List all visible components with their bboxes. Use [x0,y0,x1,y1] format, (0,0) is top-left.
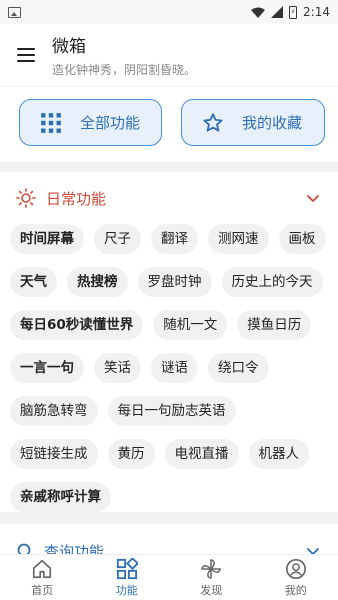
nav-profile[interactable]: 我的 [254,555,338,600]
wifi-icon [251,7,266,18]
all-features-label: 全部功能 [80,114,141,132]
pinwheel-icon [201,558,222,579]
feature-chip[interactable]: 翻译 [151,224,198,254]
my-favorites-label: 我的收藏 [242,114,303,132]
feature-chip[interactable]: 尺子 [94,224,141,254]
feature-chip[interactable]: 摸鱼日历 [237,310,312,340]
nav-profile-label: 我的 [284,583,307,597]
feature-chip[interactable]: 每日60秒读懂世界 [10,310,144,340]
feature-chip[interactable]: 随机一文 [153,310,228,340]
all-features-button[interactable]: 全部功能 [19,99,162,146]
nav-features[interactable]: 功能 [85,555,170,600]
feature-chip[interactable]: 机器人 [248,439,309,469]
signal-icon [271,6,284,18]
daily-feature-chips: 时间屏幕 尺子 翻译 测网速 画板天气 热搜榜 罗盘时钟 历史上的今天每日60秒读懂世界 随机一… [0,224,338,512]
quick-buttons: 全部功能 我的收藏 [0,86,338,162]
feature-chip[interactable]: 每日一句励志英语 [107,396,236,426]
feature-chip[interactable]: 电视直播 [164,439,239,469]
query-features-title: 查询功能 [44,543,105,554]
query-features-header[interactable]: 查询功能 [0,524,338,554]
grid-dots-icon [41,112,61,133]
feature-chip[interactable]: 短链接生成 [10,439,98,469]
feature-chip[interactable]: 绕口令 [208,353,269,383]
daily-features-title: 日常功能 [46,189,107,208]
search-icon [17,543,31,554]
user-icon [285,558,306,579]
nav-home[interactable]: 首页 [0,555,85,600]
nav-discover[interactable]: 发现 [169,555,254,600]
feature-chip[interactable]: 时间屏幕 [10,224,84,254]
feature-chip[interactable]: 热搜榜 [67,267,128,297]
status-time: 2:14 [303,5,330,19]
menu-button[interactable] [0,24,52,86]
app-title: 微箱 [52,37,86,57]
status-bar: ⚡ 2:14 [0,0,338,24]
battery-icon: ⚡ [289,5,298,19]
feature-chip[interactable]: 画板 [278,224,326,254]
daily-features-section: 日常功能 时间屏幕 尺子 翻译 测网速 画板天气 热搜榜 罗盘时钟 历史上的今天每日60秒读懂… [0,172,338,512]
home-icon [33,559,52,578]
feature-chip[interactable]: 黄历 [107,439,155,469]
sun-icon [16,188,36,208]
chevron-down-icon[interactable] [306,544,320,554]
query-features-section: 查询功能 [0,524,338,554]
app-bar: 微箱 造化钟神秀，阴阳割昏晓。 [0,24,338,86]
feature-chip[interactable]: 天气 [10,267,57,297]
daily-features-header[interactable]: 日常功能 [0,172,338,224]
star-icon [203,112,223,132]
app-subtitle: 造化钟神秀，阴阳割昏晓。 [52,63,197,77]
grid-icon [116,557,138,579]
feature-chip[interactable]: 谜语 [151,353,198,383]
my-favorites-button[interactable]: 我的收藏 [181,99,325,146]
bottom-navigation: 首页 功能 发现 我的 [0,554,338,600]
nav-features-label: 功能 [115,583,138,597]
feature-chip[interactable]: 罗盘时钟 [137,267,212,297]
feature-chip[interactable]: 历史上的今天 [221,267,323,297]
feature-chip[interactable]: 脑筋急转弯 [10,396,98,426]
feature-chip[interactable]: 一言一句 [10,353,84,383]
feature-chip[interactable]: 笑话 [94,353,141,383]
chevron-down-icon[interactable] [306,191,320,205]
nav-discover-label: 发现 [200,583,223,597]
menu-icon [17,48,35,50]
feature-chip[interactable]: 测网速 [208,224,269,254]
nav-home-label: 首页 [31,583,54,597]
feature-chip[interactable]: 亲戚称呼计算 [10,482,111,512]
image-notification-icon [8,6,21,18]
